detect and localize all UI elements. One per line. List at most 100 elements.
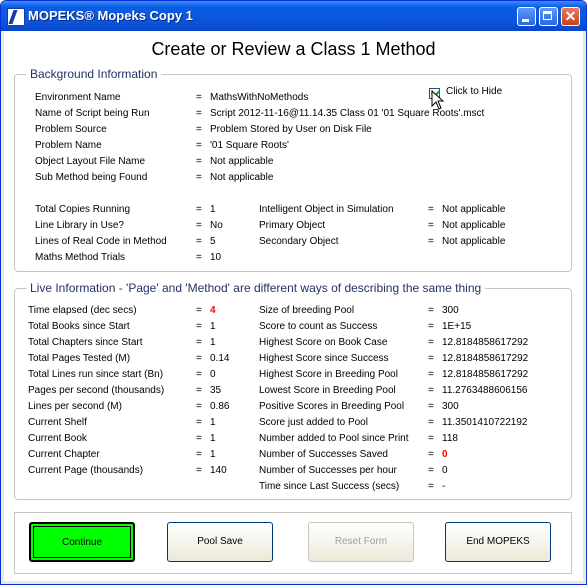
reset-form-button[interactable]: Reset Form [308, 522, 414, 562]
row-value: 140 [210, 465, 227, 476]
row-label: Time elapsed (dec secs) [28, 305, 137, 316]
continue-button[interactable]: Continue [29, 522, 135, 562]
row-label: Highest Score in Breeding Pool [259, 369, 398, 380]
row-label: Highest Score on Book Case [259, 337, 388, 348]
maximize-icon [543, 11, 552, 20]
minimize-icon [522, 19, 529, 22]
row-value: - [442, 481, 446, 492]
row-value: 12.8184858617292 [442, 337, 529, 348]
row-label: Total Chapters since Start [28, 337, 143, 348]
equals-sign: = [196, 433, 202, 444]
equals-sign: = [428, 321, 434, 332]
equals-sign: = [428, 465, 434, 476]
row-label: Current Shelf [28, 417, 87, 428]
row-label: Lines per second (M) [28, 401, 122, 412]
equals-sign: = [428, 481, 434, 492]
row-value: '01 Square Roots' [210, 140, 289, 151]
live-info-title: Live Information - 'Page' and 'Method' a… [26, 281, 486, 295]
equals-sign: = [196, 337, 202, 348]
equals-sign: = [196, 252, 202, 263]
row-label: Total Copies Running [35, 204, 131, 215]
equals-sign: = [196, 465, 202, 476]
equals-sign: = [428, 369, 434, 380]
equals-sign: = [428, 305, 434, 316]
row-label: Total Books since Start [28, 321, 130, 332]
row-label: Total Pages Tested (M) [28, 353, 131, 364]
row-value: Not applicable [442, 236, 506, 247]
row-value: No [210, 220, 223, 231]
equals-sign: = [428, 449, 434, 460]
row-value: 1 [210, 204, 216, 215]
background-info-title: Background Information [26, 67, 162, 81]
equals-sign: = [196, 401, 202, 412]
row-value: 5 [210, 236, 216, 247]
equals-sign: = [196, 124, 202, 135]
row-label: Score just added to Pool [259, 417, 368, 428]
pool-save-button[interactable]: Pool Save [167, 522, 273, 562]
hide-checkbox-label[interactable]: Click to Hide [446, 86, 502, 97]
row-label: Number added to Pool since Print [259, 433, 409, 444]
equals-sign: = [196, 204, 202, 215]
row-label: Maths Method Trials [35, 252, 126, 263]
close-button[interactable]: ✕ [561, 7, 580, 26]
equals-sign: = [196, 353, 202, 364]
equals-sign: = [196, 220, 202, 231]
equals-sign: = [428, 401, 434, 412]
row-label: Time since Last Success (secs) [259, 481, 400, 492]
row-value: 4 [210, 305, 216, 316]
row-value: 1 [210, 433, 216, 444]
equals-sign: = [196, 108, 202, 119]
row-value: Not applicable [442, 204, 506, 215]
row-value: 10 [210, 252, 222, 263]
row-value: 0 [442, 449, 448, 460]
mouse-cursor-icon [431, 90, 445, 110]
row-value: 12.8184858617292 [442, 369, 529, 380]
row-label: Problem Name [35, 140, 102, 151]
row-label: Primary Object [259, 220, 326, 231]
maximize-button[interactable] [539, 7, 558, 26]
row-label: Lines of Real Code in Method [35, 236, 167, 247]
row-value: 300 [442, 305, 459, 316]
equals-sign: = [196, 156, 202, 167]
equals-sign: = [196, 321, 202, 332]
minimize-button[interactable] [517, 7, 536, 26]
row-value: 300 [442, 401, 459, 412]
row-value: 1 [210, 449, 216, 460]
window-title: MOPEKS® Mopeks Copy 1 [28, 8, 193, 23]
row-label: Current Page (thousands) [28, 465, 144, 476]
row-label: Name of Script being Run [35, 108, 150, 119]
row-value: 0 [442, 465, 448, 476]
equals-sign: = [196, 385, 202, 396]
end-mopeks-button[interactable]: End MOPEKS [445, 522, 551, 562]
equals-sign: = [196, 236, 202, 247]
row-label: Intelligent Object in Simulation [259, 204, 394, 215]
row-label: Score to count as Success [259, 321, 378, 332]
row-value: 11.2763488606156 [442, 385, 528, 396]
equals-sign: = [428, 204, 434, 215]
equals-sign: = [196, 140, 202, 151]
row-value: 35 [210, 385, 222, 396]
row-label: Number of Successes per hour [259, 465, 397, 476]
row-label: Secondary Object [259, 236, 339, 247]
row-value: 1 [210, 417, 216, 428]
row-value: 1 [210, 337, 216, 348]
row-value: 12.8184858617292 [442, 353, 529, 364]
row-value: Not applicable [210, 156, 274, 167]
equals-sign: = [196, 172, 202, 183]
row-value: 0 [210, 369, 216, 380]
row-value: 1 [210, 321, 216, 332]
equals-sign: = [196, 449, 202, 460]
row-label: Size of breeding Pool [259, 305, 355, 316]
close-icon: ✕ [564, 8, 577, 24]
equals-sign: = [196, 305, 202, 316]
row-label: Lowest Score in Breeding Pool [259, 385, 396, 396]
title-bar[interactable]: MOPEKS® Mopeks Copy 1 ✕ [1, 1, 586, 31]
row-label: Total Lines run since start (Bn) [28, 369, 164, 380]
row-label: Object Layout File Name [35, 156, 146, 167]
page-title: Create or Review a Class 1 Method [151, 39, 436, 59]
row-value: 118 [442, 433, 458, 444]
row-value: Problem Stored by User on Disk File [210, 124, 372, 135]
equals-sign: = [196, 369, 202, 380]
app-icon[interactable] [7, 8, 25, 26]
row-value: 11.3501410722192 [442, 417, 528, 428]
